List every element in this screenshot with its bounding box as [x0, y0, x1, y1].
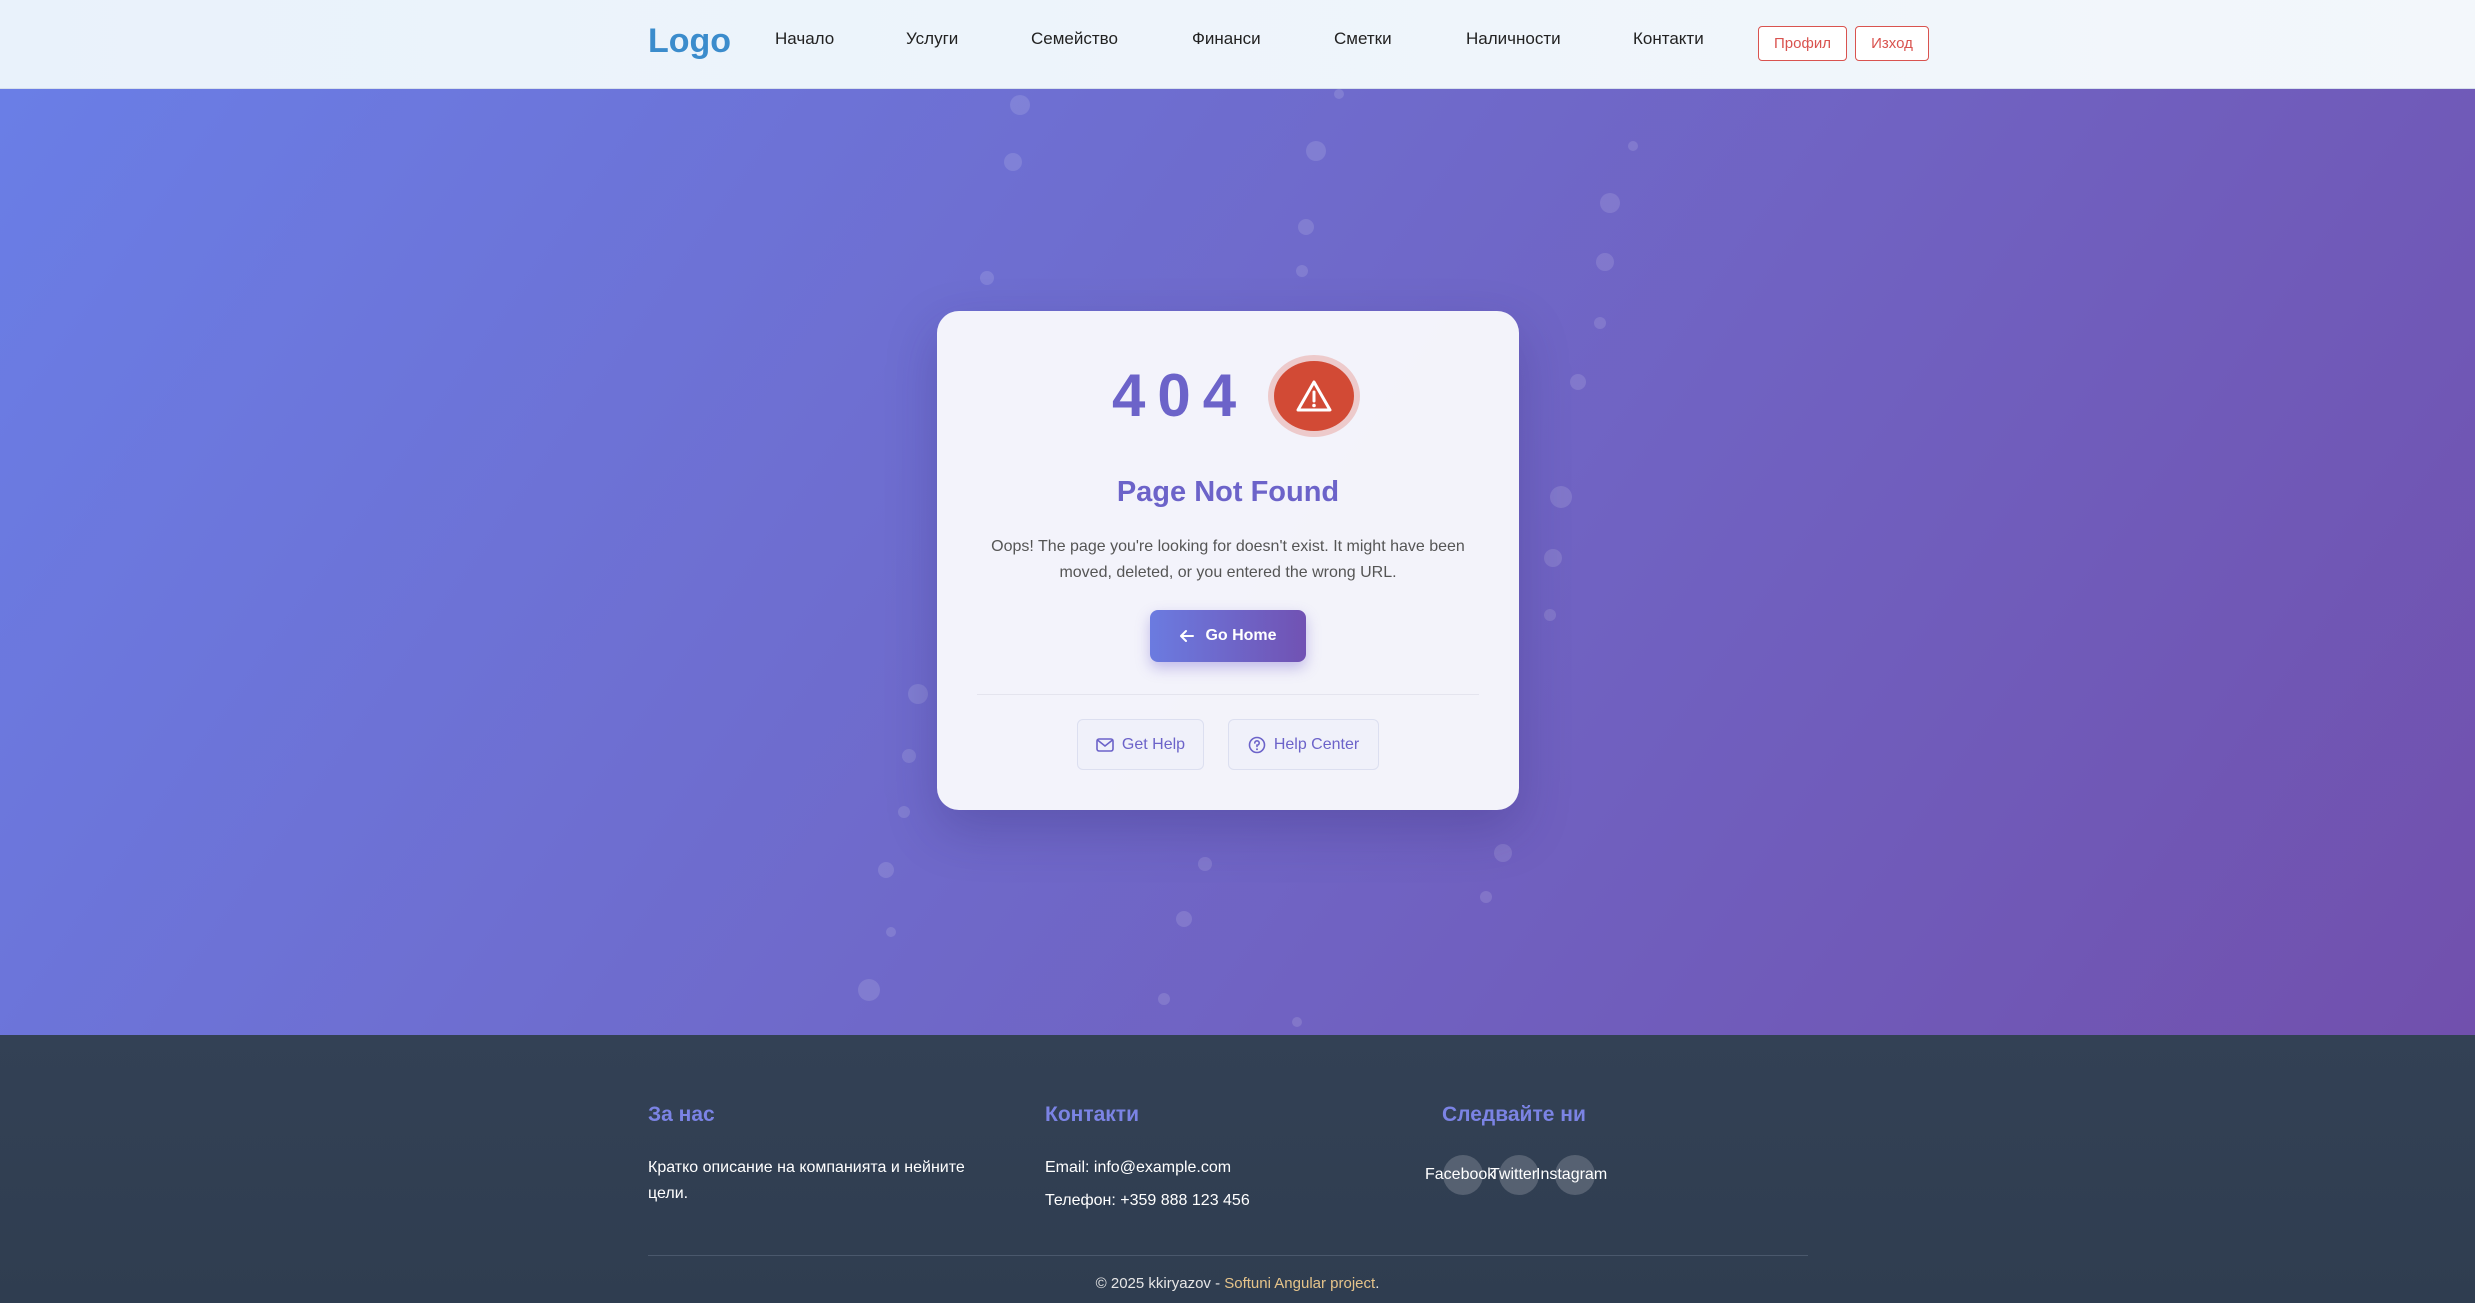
decor-bubble	[1570, 374, 1586, 390]
footer-contacts-title: Контакти	[1045, 1103, 1139, 1126]
card-divider	[977, 694, 1479, 695]
get-help-button[interactable]: Get Help	[1077, 719, 1204, 770]
decor-bubble	[1292, 1017, 1302, 1027]
hero-section: 404 Page Not Found Oops! The page you're…	[0, 89, 2475, 1035]
decor-bubble	[1628, 141, 1638, 151]
get-help-label: Get Help	[1121, 735, 1186, 753]
decor-bubble	[1306, 141, 1326, 161]
decor-bubble	[1176, 911, 1192, 927]
social-link-instagram[interactable]: Instagram	[1536, 1166, 1607, 1184]
logo[interactable]: Logo	[648, 22, 731, 61]
copyright-project-link[interactable]: Softuni Angular project	[1224, 1275, 1375, 1292]
social-link-facebook[interactable]: Facebook	[1425, 1166, 1495, 1184]
footer-phone: Телефон: +359 888 123 456	[1045, 1192, 1250, 1209]
warning-triangle-icon	[1274, 361, 1354, 431]
footer-follow-title: Следвайте ни	[1442, 1103, 1586, 1126]
decor-bubble	[1544, 609, 1556, 621]
footer-email: Email: info@example.com	[1045, 1159, 1232, 1176]
arrow-left-icon	[1180, 630, 1195, 642]
error-card: 404 Page Not Found Oops! The page you're…	[937, 311, 1519, 810]
site-footer: За нас Кратко описание на компанията и н…	[0, 1035, 2475, 1303]
decor-bubble	[1480, 891, 1492, 903]
logout-button[interactable]: Изход	[1855, 26, 1929, 61]
error-code: 404	[1112, 362, 1249, 429]
nav-link-finances[interactable]: Финанси	[1192, 29, 1261, 49]
decor-bubble	[908, 684, 928, 704]
footer-about-title: За нас	[648, 1103, 715, 1126]
decor-bubble	[898, 806, 910, 818]
nav-link-home[interactable]: Начало	[775, 29, 834, 49]
decor-bubble	[1334, 89, 1344, 99]
copyright: © 2025 kkiryazov - Softuni Angular proje…	[0, 1275, 2475, 1292]
decor-bubble	[1158, 993, 1170, 1005]
decor-bubble	[878, 862, 894, 878]
go-home-label: Go Home	[1205, 627, 1277, 644]
decor-bubble	[1544, 549, 1562, 567]
footer-divider	[648, 1255, 1808, 1256]
go-home-button[interactable]: Go Home	[1150, 610, 1306, 662]
decor-bubble	[1600, 193, 1620, 213]
decor-bubble	[902, 749, 916, 763]
nav-link-cash[interactable]: Наличности	[1466, 29, 1561, 49]
decor-bubble	[1596, 253, 1614, 271]
top-navbar: Logo Начало Услуги Семейство Финанси Сме…	[0, 0, 2475, 89]
profile-button[interactable]: Профил	[1758, 26, 1847, 61]
question-circle-icon	[1248, 736, 1266, 753]
nav-link-services[interactable]: Услуги	[906, 29, 958, 49]
decor-bubble	[1004, 153, 1022, 171]
nav-link-family[interactable]: Семейство	[1031, 29, 1118, 49]
mail-icon	[1096, 737, 1114, 752]
decor-bubble	[1010, 95, 1030, 115]
decor-bubble	[1296, 265, 1308, 277]
copyright-suffix: .	[1375, 1275, 1380, 1292]
decor-bubble	[1550, 486, 1572, 508]
nav-link-accounts[interactable]: Сметки	[1334, 29, 1392, 49]
copyright-prefix: © 2025 kkiryazov -	[1095, 1275, 1225, 1292]
decor-bubble	[1198, 857, 1212, 871]
decor-bubble	[1594, 317, 1606, 329]
decor-bubble	[1298, 219, 1314, 235]
nav-link-contacts[interactable]: Контакти	[1633, 29, 1704, 49]
social-link-twitter[interactable]: Twitter	[1490, 1166, 1537, 1184]
error-message: Oops! The page you're looking for doesn'…	[991, 538, 1465, 581]
help-center-label: Help Center	[1273, 735, 1360, 753]
footer-about-text: Кратко описание на компанията и нейните …	[648, 1159, 965, 1202]
error-title: Page Not Found	[1116, 476, 1340, 508]
decor-bubble	[1494, 844, 1512, 862]
help-center-button[interactable]: Help Center	[1228, 719, 1379, 770]
decor-bubble	[886, 927, 896, 937]
decor-bubble	[980, 271, 994, 285]
decor-bubble	[858, 979, 880, 1001]
